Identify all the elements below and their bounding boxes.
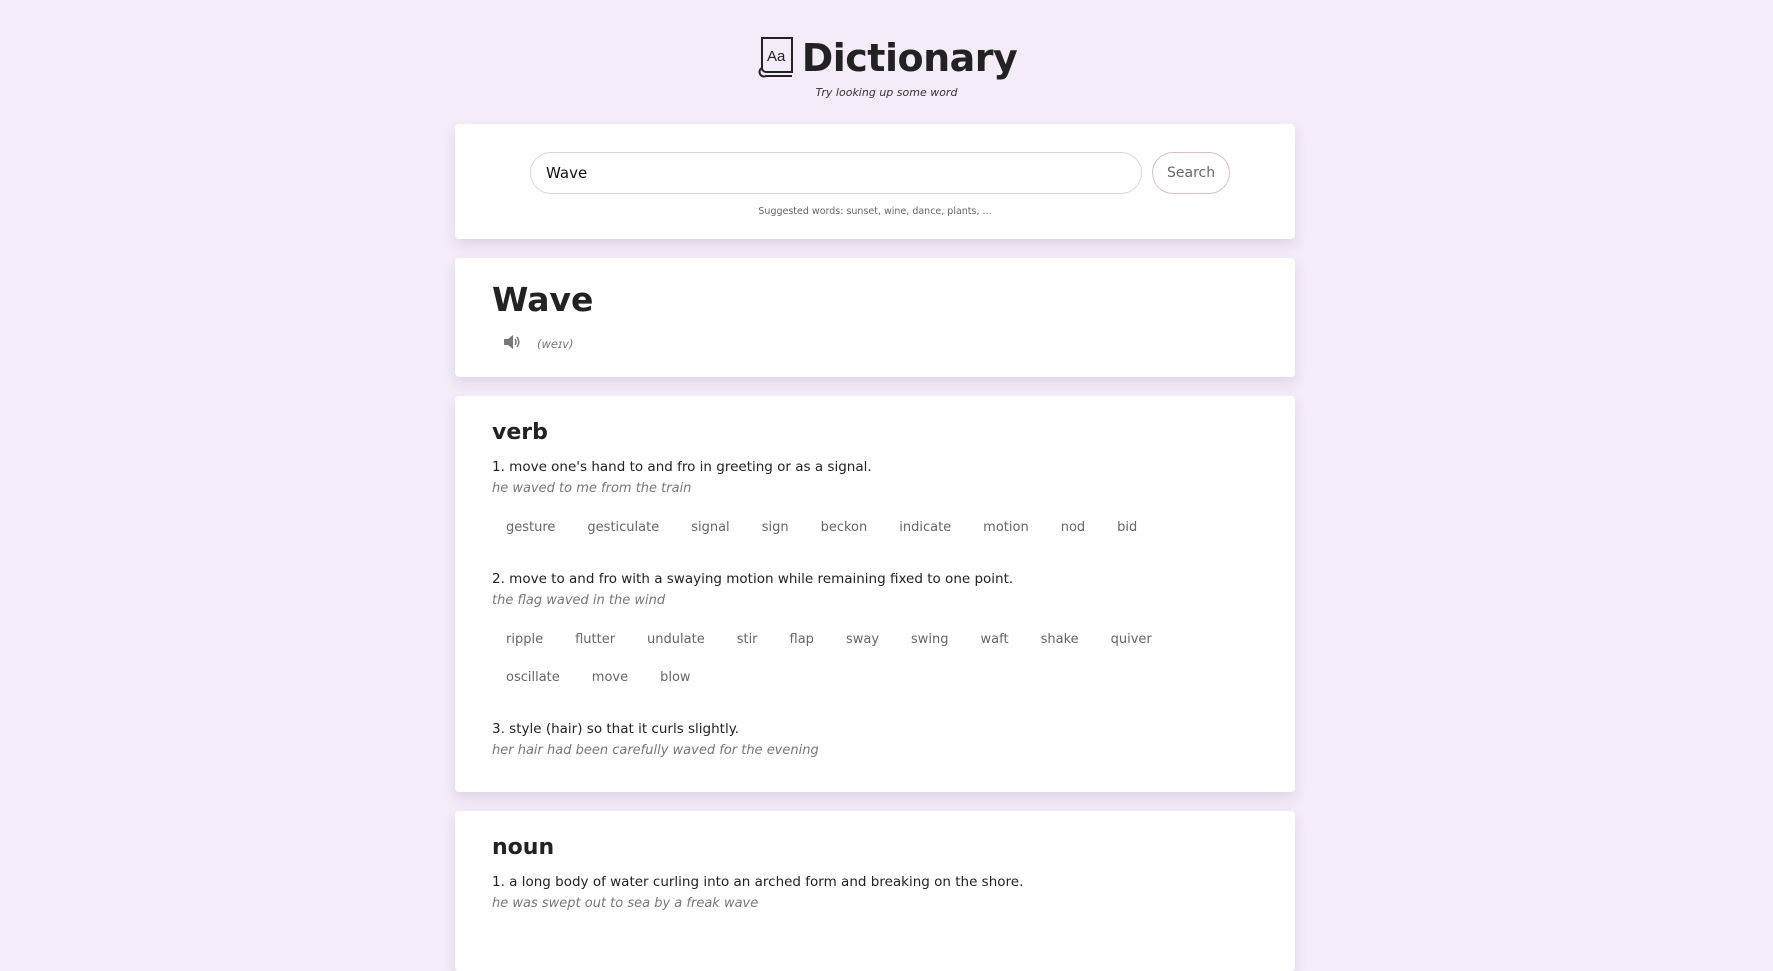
word-title: Wave: [492, 280, 594, 319]
definition: 2. move to and fro with a swaying motion…: [492, 571, 1014, 587]
synonym-chip[interactable]: nod: [1051, 509, 1095, 547]
noun-card: noun 1. a long body of water curling int…: [455, 811, 1295, 971]
synonym-chip[interactable]: beckon: [811, 509, 878, 547]
synonyms-list: ripple flutter undulate stir flap sway swing wa…: [492, 621, 1216, 697]
meaning-item: 2. move to and fro with a swaying motion…: [492, 569, 1258, 697]
synonym-chip[interactable]: sway: [836, 621, 889, 659]
part-of-speech: verb: [492, 420, 548, 445]
meanings-list: 1. a long body of water curling into an …: [492, 872, 1258, 914]
meaning-item: 3. style (hair) so that it curls slightl…: [492, 719, 1258, 761]
synonym-chip[interactable]: shake: [1031, 621, 1089, 659]
synonym-chip[interactable]: oscillate: [496, 659, 570, 697]
synonym-chip[interactable]: undulate: [637, 621, 715, 659]
example: he waved to me from the train: [492, 481, 692, 496]
synonym-chip[interactable]: bid: [1107, 509, 1147, 547]
meanings-list: 1. move one's hand to and fro in greetin…: [492, 457, 1258, 761]
synonym-chip[interactable]: blow: [650, 659, 700, 697]
phonetic: (weɪv): [537, 337, 574, 351]
definition: 1. move one's hand to and fro in greetin…: [492, 459, 872, 475]
verb-card: verb 1. move one's hand to and fro in gr…: [455, 396, 1295, 792]
synonym-chip[interactable]: gesticulate: [577, 509, 669, 547]
synonym-chip[interactable]: signal: [681, 509, 739, 547]
synonym-chip[interactable]: sign: [752, 509, 799, 547]
search-input[interactable]: [530, 152, 1142, 194]
synonym-chip[interactable]: gesture: [496, 509, 565, 547]
synonym-chip[interactable]: ripple: [496, 621, 553, 659]
tagline: Try looking up some word: [815, 86, 958, 99]
svg-text:Aa: Aa: [767, 48, 786, 65]
header: Aa Dictionary Try looking up some word: [0, 0, 1773, 99]
book-aa-icon: Aa: [756, 34, 796, 82]
example: her hair had been carefully waved for th…: [492, 743, 819, 758]
suggested-words: Suggested words: sunset, wine, dance, pl…: [758, 206, 992, 217]
synonym-chip[interactable]: indicate: [889, 509, 961, 547]
search-button[interactable]: Search: [1152, 152, 1231, 194]
meaning-item: 1. a long body of water curling into an …: [492, 872, 1258, 914]
synonym-chip[interactable]: flutter: [565, 621, 625, 659]
synonym-chip[interactable]: stir: [727, 621, 768, 659]
pronunciation-row: (weɪv): [492, 334, 1258, 354]
synonym-chip[interactable]: move: [582, 659, 638, 697]
synonym-chip[interactable]: motion: [973, 509, 1039, 547]
app-title: Dictionary: [801, 36, 1018, 80]
example: the flag waved in the wind: [492, 593, 666, 608]
definition: 3. style (hair) so that it curls slightl…: [492, 721, 740, 737]
synonym-chip[interactable]: swing: [901, 621, 959, 659]
brand: Aa Dictionary: [756, 34, 1018, 82]
speaker-icon[interactable]: [503, 334, 521, 354]
search-row: Search: [530, 152, 1231, 194]
example: he was swept out to sea by a freak wave: [492, 896, 759, 911]
definition: 1. a long body of water curling into an …: [492, 874, 1024, 890]
synonym-chip[interactable]: quiver: [1101, 621, 1162, 659]
word-card: Wave (weɪv): [455, 258, 1295, 377]
search-card: Search Suggested words: sunset, wine, da…: [455, 124, 1295, 239]
part-of-speech: noun: [492, 835, 555, 860]
synonyms-list: gesture gesticulate signal sign beckon indica…: [492, 509, 1216, 547]
synonym-chip[interactable]: flap: [780, 621, 824, 659]
meaning-item: 1. move one's hand to and fro in greetin…: [492, 457, 1258, 547]
synonym-chip[interactable]: waft: [971, 621, 1019, 659]
